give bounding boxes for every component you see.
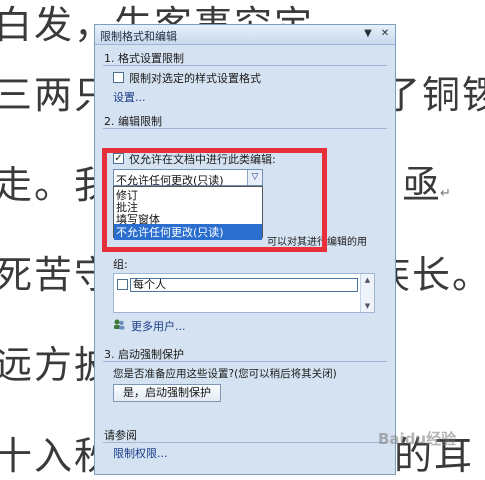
doc-fragment-1: 了铜锣 (382, 73, 485, 117)
pane-close-button[interactable]: ✕ (378, 27, 392, 41)
pane-body: 1. 格式设置限制 限制对选定的样式设置格式 设置... 2. 编辑限制 ✓ 仅… (95, 46, 395, 474)
formatting-settings-link[interactable]: 设置... (113, 89, 146, 105)
highlight-annotation-box (102, 148, 327, 252)
restrict-permission-link[interactable]: 限制权限... (113, 445, 168, 461)
everyone-list-item[interactable]: 每个人 (130, 278, 358, 292)
formatting-restriction-checkbox[interactable] (113, 72, 124, 83)
scroll-down-icon[interactable]: ▼ (361, 300, 374, 312)
section-editing-title: 2. 编辑限制 (104, 115, 162, 128)
pane-header: 限制格式和编辑 ▼ ✕ (95, 25, 395, 45)
doc-fragment-2: 亟 (402, 163, 443, 207)
pane-title: 限制格式和编辑 (100, 30, 177, 43)
watermark-logo: Baidu经验 (378, 430, 457, 448)
list-scrollbar[interactable]: ▲ ▼ (360, 274, 374, 312)
restrict-editing-pane: 限制格式和编辑 ▼ ✕ 1. 格式设置限制 限制对选定的样式设置格式 设置...… (94, 24, 396, 475)
see-also-title: 请参阅 (104, 429, 137, 442)
section-divider (103, 361, 387, 362)
group-label: 组: (113, 258, 128, 271)
formatting-restriction-label: 限制对选定的样式设置格式 (129, 72, 261, 85)
enforce-question: 您是否准备应用这些设置?(您可以稍后将其关闭) (113, 368, 337, 380)
exceptions-user-list[interactable]: 每个人 ▲ ▼ (113, 273, 375, 313)
start-enforcing-button[interactable]: 是，启动强制保护 (113, 384, 221, 402)
section-divider (103, 442, 387, 443)
users-icon (114, 319, 125, 330)
section-formatting-title: 1. 格式设置限制 (104, 52, 184, 65)
pane-menu-button[interactable]: ▼ (361, 27, 375, 41)
paragraph-mark-icon: ↵ (440, 186, 451, 201)
section-enforce-title: 3. 启动强制保护 (104, 348, 184, 361)
everyone-checkbox[interactable] (117, 279, 128, 290)
more-users-link[interactable]: 更多用户... (131, 318, 186, 334)
section-divider (103, 65, 387, 66)
section-divider (103, 128, 387, 129)
scroll-up-icon[interactable]: ▲ (361, 274, 374, 286)
